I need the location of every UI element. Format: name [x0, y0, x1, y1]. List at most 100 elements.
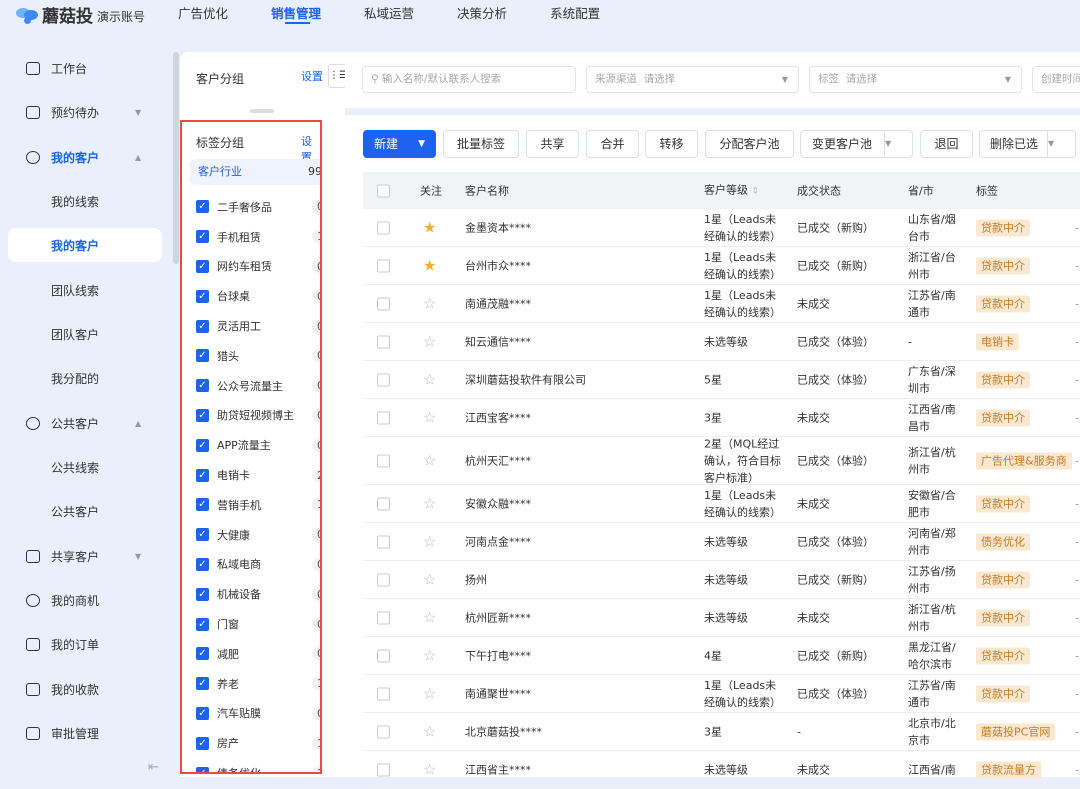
tag-item[interactable]: ✓助贷短视频博主0 — [196, 401, 322, 431]
transfer-button[interactable]: 转移 — [645, 130, 698, 158]
tag-item[interactable]: ✓门窗0 — [196, 609, 322, 639]
sidebar-item[interactable]: 我分配的 — [8, 361, 162, 395]
merge-button[interactable]: 合并 — [586, 130, 639, 158]
customer-name[interactable]: 深圳蘑菇投软件有限公司 — [465, 371, 586, 388]
star-outline-icon[interactable]: ☆ — [423, 609, 436, 626]
row-checkbox[interactable] — [377, 687, 390, 700]
checkbox-checked[interactable]: ✓ — [196, 260, 209, 273]
tag-item[interactable]: ✓猎头0 — [196, 341, 322, 371]
checkbox-checked[interactable]: ✓ — [196, 737, 209, 750]
logo[interactable]: 蘑菇投 演示账号 — [16, 2, 145, 27]
customer-name[interactable]: 南通茂融**** — [465, 295, 531, 312]
row-checkbox[interactable] — [377, 497, 390, 510]
search-input[interactable]: ⚲ 输入名称/默认联系人搜索 — [362, 66, 576, 93]
row-checkbox[interactable] — [377, 454, 390, 467]
sidebar-item[interactable]: 我的线索 — [8, 184, 162, 218]
star-outline-icon[interactable]: ☆ — [423, 371, 436, 388]
customer-name[interactable]: 河南点金**** — [465, 533, 531, 550]
checkbox-checked[interactable]: ✓ — [196, 618, 209, 631]
tag-item[interactable]: ✓公众号流量主0 — [196, 371, 322, 401]
share-button[interactable]: 共享 — [526, 130, 579, 158]
table-row[interactable]: ☆ 安徽众融**** 1星（Leads未经确认的线索） 未成交 安徽省/合肥市 … — [363, 485, 1080, 523]
tag-item[interactable]: ✓手机租赁1 — [196, 222, 322, 252]
tag-item[interactable]: ✓灵活用工0 — [196, 311, 322, 341]
delete-selected-button[interactable]: 删除已选▼ — [979, 130, 1076, 158]
star-outline-icon[interactable]: ☆ — [423, 452, 436, 469]
scrollbar[interactable] — [173, 52, 179, 264]
sidebar-item[interactable]: 公共客户 — [8, 494, 162, 528]
star-outline-icon[interactable]: ☆ — [423, 723, 436, 740]
table-row[interactable]: ★ 台州市众**** 1星（Leads未经确认的线索） 已成交（新购） 浙江省/… — [363, 247, 1080, 285]
table-row[interactable]: ★ 金墨资本**** 1星（Leads未经确认的线索） 已成交（新购） 山东省/… — [363, 209, 1080, 247]
star-outline-icon[interactable]: ☆ — [423, 409, 436, 426]
sidebar-item[interactable]: 审批管理 — [8, 716, 162, 750]
row-checkbox[interactable] — [377, 649, 390, 662]
group-settings-link[interactable]: 设置 — [301, 68, 323, 84]
customer-name[interactable]: 扬州 — [465, 571, 487, 588]
star-outline-icon[interactable]: ☆ — [423, 495, 436, 512]
checkbox-checked[interactable]: ✓ — [196, 588, 209, 601]
created-time-select[interactable]: 创建时间 — [1032, 66, 1080, 93]
customer-name[interactable]: 南通聚世**** — [465, 685, 531, 702]
batch-tag-button[interactable]: 批量标签 — [443, 130, 519, 158]
tag-item[interactable]: ✓养老1 — [196, 669, 322, 699]
tag-item[interactable]: ✓网约车租赁0 — [196, 252, 322, 282]
tag-item[interactable]: ✓营销手机1 — [196, 490, 322, 520]
source-select[interactable]: 来源渠道 请选择▼ — [586, 66, 799, 93]
checkbox-checked[interactable]: ✓ — [196, 707, 209, 720]
sidebar-item[interactable]: 团队客户 — [8, 317, 162, 351]
checkbox-checked[interactable]: ✓ — [196, 409, 209, 422]
nav-settings[interactable]: 系统配置 — [550, 3, 600, 27]
row-checkbox[interactable] — [377, 725, 390, 738]
collapse-panel-icon[interactable]: ⋮☰ — [328, 64, 346, 88]
customer-name[interactable]: 安徽众融**** — [465, 495, 531, 512]
customer-name[interactable]: 台州市众**** — [465, 257, 531, 274]
checkbox-checked[interactable]: ✓ — [196, 349, 209, 362]
checkbox-checked[interactable]: ✓ — [196, 767, 209, 774]
new-button[interactable]: 新建▼ — [363, 130, 436, 158]
table-row[interactable]: ☆ 杭州天汇**** 2星（MQL经过确认，符合目标客户标准） 已成交（体验） … — [363, 437, 1080, 485]
checkbox-checked[interactable]: ✓ — [196, 439, 209, 452]
star-outline-icon[interactable]: ☆ — [423, 761, 436, 778]
star-outline-icon[interactable]: ☆ — [423, 571, 436, 588]
tag-item[interactable]: ✓台球桌0 — [196, 281, 322, 311]
table-row[interactable]: ☆ 扬州 未选等级 已成交（新购） 江苏省/扬州市 贷款中介 - — [363, 561, 1080, 599]
checkbox-checked[interactable]: ✓ — [196, 469, 209, 482]
star-outline-icon[interactable]: ☆ — [423, 533, 436, 550]
sidebar-item[interactable]: 我的订单 — [8, 627, 162, 661]
star-filled-icon[interactable]: ★ — [423, 219, 436, 236]
row-checkbox[interactable] — [377, 611, 390, 624]
table-row[interactable]: ☆ 南通茂融**** 1星（Leads未经确认的线索） 未成交 江苏省/南通市 … — [363, 285, 1080, 323]
tag-item[interactable]: ✓减肥0 — [196, 639, 322, 669]
customer-name[interactable]: 金墨资本**** — [465, 219, 531, 236]
star-outline-icon[interactable]: ☆ — [423, 647, 436, 664]
assign-pool-button[interactable]: 分配客户池 — [705, 130, 794, 158]
tag-item[interactable]: ✓私域电商0 — [196, 550, 322, 580]
row-checkbox[interactable] — [377, 259, 390, 272]
sidebar-item[interactable]: 我的商机 — [8, 583, 162, 617]
sort-icon[interactable]: ⇕ — [752, 186, 760, 196]
star-outline-icon[interactable]: ☆ — [423, 295, 436, 312]
sidebar-item[interactable]: 我的客户 — [8, 228, 162, 262]
chevron-down-icon[interactable]: ▼ — [884, 131, 912, 157]
sidebar-item[interactable]: 我的收款 — [8, 672, 162, 706]
checkbox-checked[interactable]: ✓ — [196, 200, 209, 213]
sidebar-item[interactable]: 公共线索 — [8, 450, 162, 484]
tag-item[interactable]: ✓APP流量主0 — [196, 430, 322, 460]
table-row[interactable]: ☆ 知云通信**** 未选等级 已成交（体验） - 电销卡 - — [363, 323, 1080, 361]
row-checkbox[interactable] — [377, 411, 390, 424]
sidebar-item[interactable]: 预约待办▼ — [8, 95, 162, 129]
table-row[interactable]: ☆ 北京蘑菇投**** 3星 - 北京市/北京市 蘑菇投PC官网 - — [363, 713, 1080, 751]
checkbox-checked[interactable]: ✓ — [196, 290, 209, 303]
table-row[interactable]: ☆ 深圳蘑菇投软件有限公司 5星 已成交（体验） 广东省/深圳市 贷款中介 - — [363, 361, 1080, 399]
checkbox-checked[interactable]: ✓ — [196, 379, 209, 392]
table-row[interactable]: ☆ 下午打电**** 4星 已成交（新购） 黑龙江省/哈尔滨市 贷款中介 - — [363, 637, 1080, 675]
select-all-checkbox[interactable] — [377, 184, 390, 197]
table-row[interactable]: ☆ 河南点金**** 未选等级 已成交（体验） 河南省/郑州市 债务优化 - — [363, 523, 1080, 561]
checkbox-checked[interactable]: ✓ — [196, 558, 209, 571]
change-pool-button[interactable]: 变更客户池▼ — [800, 130, 913, 158]
row-checkbox[interactable] — [377, 763, 390, 776]
sidebar-item[interactable]: 团队线索 — [8, 273, 162, 307]
star-outline-icon[interactable]: ☆ — [423, 685, 436, 702]
chevron-down-icon[interactable]: ▼ — [135, 108, 141, 117]
